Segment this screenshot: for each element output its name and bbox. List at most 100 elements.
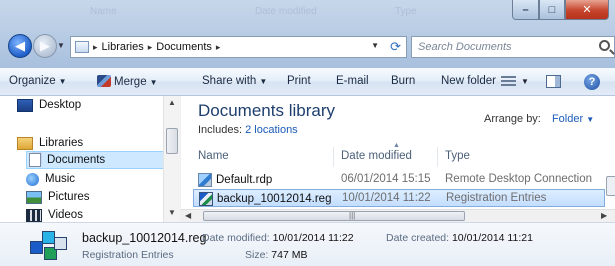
change-view-icon[interactable] bbox=[501, 76, 516, 87]
sort-ascending-icon: ▲ bbox=[393, 142, 400, 149]
scroll-left-icon[interactable]: ◀ bbox=[185, 211, 191, 220]
breadcrumb-separator[interactable]: ▸ bbox=[148, 42, 153, 53]
recent-pages-dropdown[interactable]: ▼ bbox=[57, 41, 65, 50]
search-icon[interactable] bbox=[599, 40, 610, 51]
documents-icon bbox=[29, 153, 41, 167]
help-icon[interactable]: ? bbox=[584, 74, 600, 90]
scrollbar-thumb[interactable] bbox=[166, 128, 178, 154]
column-header-date-modified[interactable]: Date modified bbox=[341, 150, 412, 162]
nav-item-desktop[interactable]: Desktop bbox=[17, 96, 81, 114]
nav-item-label: Pictures bbox=[48, 191, 90, 203]
minimize-button[interactable]: – bbox=[512, 0, 539, 20]
close-button[interactable]: ✕ bbox=[565, 0, 609, 20]
merge-button[interactable]: Merge ▼ bbox=[97, 75, 158, 88]
file-type: Remote Desktop Connection bbox=[445, 173, 593, 185]
grip-icon: ||| bbox=[349, 211, 356, 220]
column-header-name[interactable]: Name bbox=[198, 150, 229, 162]
share-with-button[interactable]: Share with ▼ bbox=[202, 75, 267, 87]
email-button[interactable]: E-mail bbox=[336, 75, 369, 87]
address-bar[interactable]: ▸ Libraries ▸ Documents ▸ ▼ ⟳ bbox=[70, 36, 407, 58]
nav-item-documents[interactable]: Documents bbox=[26, 151, 166, 169]
arrange-by-value: Folder bbox=[551, 113, 584, 125]
file-list-pane: Documents library Includes: 2 locations … bbox=[181, 96, 615, 222]
file-name-cell: backup_10012014.reg bbox=[199, 192, 331, 206]
back-arrow-icon: ◀ bbox=[15, 38, 25, 53]
details-size: Size: 747 MB bbox=[245, 249, 307, 261]
breadcrumb-libraries[interactable]: Libraries bbox=[102, 41, 144, 53]
forward-arrow-icon: ▶ bbox=[40, 38, 50, 53]
music-icon bbox=[26, 172, 39, 186]
column-header-type[interactable]: Type bbox=[445, 150, 470, 162]
includes-label: Includes: bbox=[198, 124, 243, 136]
size-label: Size: bbox=[245, 249, 269, 261]
videos-icon bbox=[26, 208, 42, 222]
window-controls: – □ ✕ bbox=[512, 0, 609, 21]
preview-pane-icon[interactable] bbox=[546, 75, 561, 88]
arrange-by: Arrange by: Folder ▼ bbox=[484, 113, 594, 125]
scroll-down-icon[interactable]: ▼ bbox=[168, 208, 176, 217]
column-divider[interactable] bbox=[437, 147, 438, 167]
breadcrumb-documents[interactable]: Documents bbox=[156, 41, 212, 53]
address-history-dropdown[interactable]: ▼ bbox=[371, 41, 379, 50]
refresh-icon[interactable]: ⟳ bbox=[390, 39, 401, 55]
file-date: 06/01/2014 15:15 bbox=[341, 173, 431, 185]
nav-item-label: Documents bbox=[47, 154, 106, 166]
burn-button[interactable]: Burn bbox=[391, 75, 415, 87]
window-chrome: Name Date modified Type – □ ✕ ◀ ▶ ▼ ▸ Li… bbox=[0, 0, 615, 68]
locations-link[interactable]: 2 locations bbox=[245, 124, 298, 136]
details-pane: backup_10012014.reg Registration Entries… bbox=[0, 222, 615, 266]
details-date-created: Date created: 10/01/2014 11:21 bbox=[386, 232, 533, 244]
nav-item-pictures[interactable]: Pictures bbox=[26, 188, 90, 206]
arrange-by-dropdown[interactable]: Folder ▼ bbox=[552, 113, 594, 125]
print-button[interactable]: Print bbox=[287, 75, 311, 87]
breadcrumb-separator[interactable]: ▸ bbox=[216, 42, 221, 53]
file-row-default-rdp[interactable]: Default.rdp 06/01/2014 15:15 Remote Desk… bbox=[193, 171, 605, 189]
merge-icon bbox=[97, 75, 111, 87]
ghost-header-type: Type bbox=[395, 6, 417, 17]
merge-label: Merge bbox=[114, 76, 147, 88]
chevron-down-icon: ▼ bbox=[586, 115, 595, 124]
nav-item-label: Desktop bbox=[39, 99, 82, 111]
back-button[interactable]: ◀ bbox=[8, 34, 32, 58]
nav-item-label: Videos bbox=[48, 209, 83, 221]
nav-item-libraries[interactable]: Libraries bbox=[17, 134, 83, 152]
cube-icon bbox=[54, 237, 67, 250]
folder-icon bbox=[75, 41, 89, 53]
details-file-type: Registration Entries bbox=[82, 249, 174, 261]
date-created-value: 10/01/2014 11:21 bbox=[451, 232, 533, 244]
chevron-down-icon: ▼ bbox=[259, 77, 268, 86]
forward-button[interactable]: ▶ bbox=[33, 34, 57, 58]
rdp-file-icon bbox=[198, 173, 212, 187]
file-type: Registration Entries bbox=[446, 192, 547, 204]
file-row-backup-reg[interactable]: backup_10012014.reg 10/01/2014 11:22 Reg… bbox=[193, 189, 605, 207]
horizontal-scrollbar[interactable]: ◀ ||| ▶ bbox=[181, 209, 615, 222]
right-scrollbar-edge[interactable] bbox=[606, 176, 615, 196]
ghost-header-name: Name bbox=[90, 6, 117, 17]
breadcrumb-separator[interactable]: ▸ bbox=[93, 42, 98, 53]
command-bar: Organize ▼ Merge ▼ Share with ▼ Print E-mai… bbox=[0, 68, 615, 96]
scroll-right-icon[interactable]: ▶ bbox=[601, 211, 607, 220]
date-created-label: Date created: bbox=[386, 232, 450, 244]
reg-file-large-icon bbox=[28, 227, 68, 265]
maximize-button[interactable]: □ bbox=[539, 0, 565, 20]
scrollbar-thumb[interactable]: ||| bbox=[203, 211, 465, 221]
date-modified-value: 10/01/2014 11:22 bbox=[272, 232, 354, 244]
new-folder-button[interactable]: New folder bbox=[441, 75, 496, 87]
organize-button[interactable]: Organize ▼ bbox=[9, 75, 67, 87]
desktop-icon bbox=[17, 98, 33, 112]
organize-label: Organize bbox=[9, 75, 56, 87]
arrange-by-label: Arrange by: bbox=[484, 113, 541, 125]
file-name-cell: Default.rdp bbox=[198, 173, 272, 187]
file-date: 10/01/2014 11:22 bbox=[342, 192, 431, 204]
share-with-label: Share with bbox=[202, 75, 257, 87]
search-placeholder: Search Documents bbox=[418, 41, 512, 53]
chevron-down-icon: ▼ bbox=[58, 77, 67, 86]
library-title: Documents library bbox=[198, 101, 335, 120]
nav-item-music[interactable]: Music bbox=[26, 170, 75, 188]
scroll-up-icon[interactable]: ▲ bbox=[168, 98, 176, 107]
search-input[interactable]: Search Documents bbox=[411, 36, 615, 58]
chevron-down-icon[interactable]: ▼ bbox=[521, 77, 529, 86]
nav-pane-scrollbar[interactable]: ▲ ▼ bbox=[163, 96, 180, 222]
column-divider[interactable] bbox=[333, 147, 334, 167]
details-date-modified: Date modified: 10/01/2014 11:22 bbox=[202, 232, 354, 244]
